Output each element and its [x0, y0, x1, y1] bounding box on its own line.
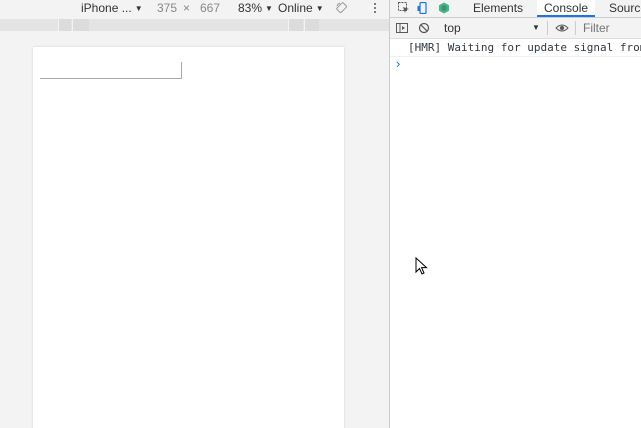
chevron-down-icon: ▼ — [315, 4, 324, 13]
device-height-input[interactable]: 667 — [200, 1, 220, 16]
console-sidebar-icon[interactable] — [396, 22, 408, 34]
devtools-pane: Elements Console Sources top ▼ — [390, 0, 641, 428]
zoom-select[interactable]: 83% ▼ — [238, 1, 273, 16]
tab-elements[interactable]: Elements — [473, 0, 523, 17]
device-select-label: iPhone ... — [81, 1, 132, 15]
zoom-select-label: 83% — [238, 1, 263, 15]
console-filter-input[interactable] — [580, 21, 641, 35]
console-messages: [HMR] Waiting for update signal from WDS… — [390, 39, 641, 73]
device-toggle-icon[interactable] — [417, 2, 429, 14]
media-query-segment[interactable] — [58, 19, 71, 31]
browser-devtools-window: iPhone ... ▼ 375 × 667 83% ▼ Online ▼ El… — [0, 0, 641, 428]
media-query-ruler[interactable] — [0, 19, 389, 31]
execution-context-select[interactable]: top — [444, 21, 461, 35]
page-text-input[interactable] — [40, 62, 182, 79]
media-query-segment[interactable] — [72, 19, 89, 31]
eye-icon[interactable] — [555, 22, 569, 34]
console-message: [HMR] Waiting for update signal from WDS… — [390, 39, 641, 57]
chevron-down-icon: ▼ — [134, 4, 143, 13]
toolbar-divider — [575, 21, 576, 35]
tab-console[interactable]: Console — [537, 0, 596, 17]
network-throttle-select[interactable]: Online ▼ — [278, 1, 324, 16]
device-viewport — [33, 47, 344, 428]
console-prompt[interactable]: › — [390, 57, 641, 73]
device-select[interactable]: iPhone ... ▼ — [81, 1, 143, 16]
clear-console-icon[interactable] — [418, 22, 430, 34]
toolbar-divider — [547, 21, 548, 35]
device-emulation-pane: iPhone ... ▼ 375 × 667 83% ▼ Online ▼ — [0, 0, 389, 428]
dimension-separator: × — [183, 1, 191, 15]
tab-sources[interactable]: Sources — [609, 0, 641, 17]
media-query-segment[interactable] — [304, 19, 319, 31]
media-query-segment[interactable] — [288, 19, 303, 31]
vue-devtools-icon[interactable] — [438, 2, 450, 14]
rotate-icon[interactable] — [336, 2, 348, 14]
devtools-tabbar: Elements Console Sources — [390, 0, 641, 18]
device-toolbar: iPhone ... ▼ 375 × 667 83% ▼ Online ▼ — [0, 0, 389, 17]
mouse-cursor-icon — [415, 257, 428, 275]
prompt-chevron-icon: › — [396, 56, 401, 71]
chevron-down-icon[interactable]: ▼ — [532, 23, 540, 32]
console-toolbar: top ▼ — [390, 18, 641, 39]
chevron-down-icon: ▼ — [265, 4, 273, 13]
inspect-element-icon[interactable] — [398, 2, 410, 14]
device-width-input[interactable]: 375 — [157, 1, 177, 16]
network-throttle-label: Online — [278, 1, 313, 15]
more-vert-icon[interactable] — [371, 1, 379, 16]
